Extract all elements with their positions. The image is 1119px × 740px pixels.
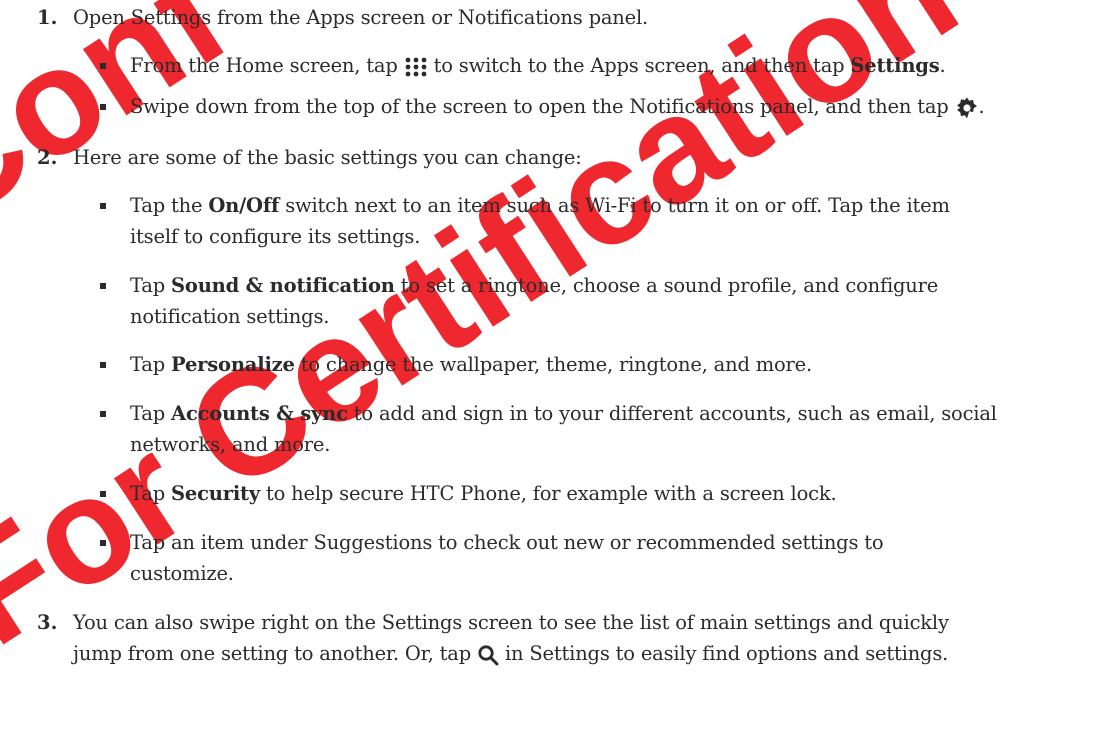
step-3-text-cont: jump from one setting to another. Or, ta… [73, 642, 949, 665]
step-1-bullet-2: Swipe down from the top of the screen to… [130, 95, 985, 118]
bullet [100, 491, 106, 497]
bullet [100, 411, 106, 417]
step-2-bullet-4: Tap Accounts & sync to add and sign in t… [130, 402, 997, 425]
apps-grid-icon [405, 57, 427, 76]
step-2-bullet-5: Tap Security to help secure HTC Phone, f… [130, 482, 837, 505]
step-2-bullet-4-cont: networks, and more. [130, 433, 331, 456]
step-2-text: Here are some of the basic settings you … [73, 146, 582, 169]
bullet [100, 362, 106, 368]
step-2-number: 2. [37, 146, 58, 169]
bullet [100, 540, 106, 546]
step-1-text: Open Settings from the Apps screen or No… [73, 6, 649, 29]
step-2-bullet-2-cont: notification settings. [130, 305, 330, 328]
search-icon [478, 644, 499, 665]
bullet [100, 283, 106, 289]
bullet [100, 63, 106, 69]
document-body: 1. Open Settings from the Apps screen or… [0, 0, 1119, 740]
step-2-bullet-2: Tap Sound & notification to set a ringto… [130, 274, 939, 297]
step-1-number: 1. [37, 6, 58, 29]
step-2-bullet-1-cont: itself to configure its settings. [130, 225, 421, 248]
gear-icon [956, 97, 977, 118]
step-2-bullet-6: Tap an item under Suggestions to check o… [130, 531, 884, 554]
step-3-text: You can also swipe right on the Settings… [73, 611, 949, 634]
step-3-number: 3. [37, 611, 58, 634]
bullet [100, 104, 106, 110]
step-1-bullet-1: From the Home screen, tap to switch to t… [130, 54, 946, 77]
step-2-bullet-1: Tap the On/Off switch next to an item su… [130, 194, 950, 217]
bullet [100, 203, 106, 209]
step-2-bullet-6-cont: customize. [130, 562, 234, 585]
step-2-bullet-3: Tap Personalize to change the wallpaper,… [130, 353, 813, 376]
